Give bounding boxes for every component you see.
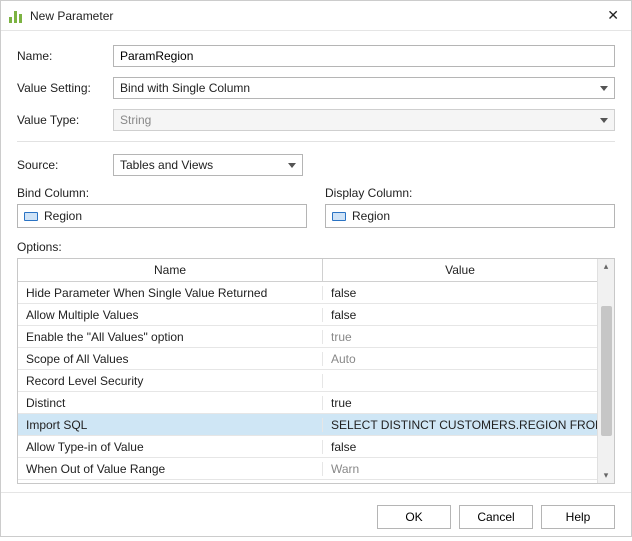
- table-row[interactable]: Enable the "All Values" optiontrue: [18, 326, 597, 348]
- value-setting-label: Value Setting:: [17, 81, 113, 95]
- th-value: Value: [323, 259, 597, 281]
- td-value[interactable]: Warn: [323, 462, 597, 476]
- td-name: Allow Multiple Values: [18, 308, 323, 322]
- td-value[interactable]: false: [323, 308, 597, 322]
- bind-column-label: Bind Column:: [17, 186, 307, 200]
- name-label: Name:: [17, 49, 113, 63]
- value-type-select: String: [113, 109, 615, 131]
- separator: [17, 141, 615, 142]
- table-row[interactable]: Get Value from API Onlyfalse: [18, 480, 597, 483]
- table-row[interactable]: Record Level Security: [18, 370, 597, 392]
- help-button[interactable]: Help: [541, 505, 615, 529]
- dialog-content: Name: Value Setting: Bind with Single Co…: [1, 31, 631, 492]
- display-column-select[interactable]: Region: [325, 204, 615, 228]
- td-name: Import SQL: [18, 418, 323, 432]
- td-name: When Out of Value Range: [18, 462, 323, 476]
- table-row[interactable]: When Out of Value RangeWarn: [18, 458, 597, 480]
- value-type-value: String: [120, 113, 151, 127]
- td-value[interactable]: false: [323, 440, 597, 454]
- cancel-button[interactable]: Cancel: [459, 505, 533, 529]
- table-header: Name Value: [18, 259, 597, 282]
- table-row[interactable]: Distincttrue: [18, 392, 597, 414]
- table-row[interactable]: Hide Parameter When Single Value Returne…: [18, 282, 597, 304]
- td-name: Allow Type-in of Value: [18, 440, 323, 454]
- display-column-label: Display Column:: [325, 186, 615, 200]
- th-name: Name: [18, 259, 323, 281]
- td-value[interactable]: true: [323, 330, 597, 344]
- table-rows: Hide Parameter When Single Value Returne…: [18, 282, 597, 483]
- value-setting-select[interactable]: Bind with Single Column: [113, 77, 615, 99]
- dialog-footer: OK Cancel Help: [1, 492, 631, 541]
- close-icon[interactable]: ✕: [603, 7, 623, 24]
- window-title: New Parameter: [30, 9, 603, 23]
- td-value[interactable]: true: [323, 396, 597, 410]
- display-column-value: Region: [352, 209, 608, 223]
- scrollbar[interactable]: ▴ ▾: [597, 259, 614, 483]
- td-name: Distinct: [18, 396, 323, 410]
- td-name: Scope of All Values: [18, 352, 323, 366]
- td-value[interactable]: SELECT DISTINCT CUSTOMERS.REGION FROM CU…: [323, 418, 597, 432]
- name-input[interactable]: [113, 45, 615, 67]
- scroll-thumb[interactable]: [601, 306, 612, 436]
- titlebar: New Parameter ✕: [1, 1, 631, 31]
- td-value[interactable]: false: [323, 286, 597, 300]
- bind-column-select[interactable]: Region: [17, 204, 307, 228]
- td-name: Hide Parameter When Single Value Returne…: [18, 286, 323, 300]
- value-setting-value: Bind with Single Column: [120, 81, 250, 95]
- table-row[interactable]: Import SQLSELECT DISTINCT CUSTOMERS.REGI…: [18, 414, 597, 436]
- td-name: Enable the "All Values" option: [18, 330, 323, 344]
- table-row[interactable]: Allow Multiple Valuesfalse: [18, 304, 597, 326]
- source-label: Source:: [17, 158, 113, 172]
- source-select[interactable]: Tables and Views: [113, 154, 303, 176]
- td-value[interactable]: Auto: [323, 352, 597, 366]
- scroll-down-icon[interactable]: ▾: [604, 471, 609, 480]
- chevron-down-icon: [288, 163, 296, 168]
- ok-button[interactable]: OK: [377, 505, 451, 529]
- chevron-down-icon: [600, 86, 608, 91]
- bind-column-value: Region: [44, 209, 300, 223]
- scroll-up-icon[interactable]: ▴: [604, 262, 609, 271]
- options-label: Options:: [17, 240, 615, 254]
- value-type-label: Value Type:: [17, 113, 113, 127]
- chevron-down-icon: [600, 118, 608, 123]
- table-row[interactable]: Allow Type-in of Valuefalse: [18, 436, 597, 458]
- td-name: Record Level Security: [18, 374, 323, 388]
- source-value: Tables and Views: [120, 158, 213, 172]
- column-icon: [332, 212, 346, 221]
- app-icon: [9, 9, 22, 23]
- table-row[interactable]: Scope of All ValuesAuto: [18, 348, 597, 370]
- options-table: Name Value Hide Parameter When Single Va…: [17, 258, 615, 484]
- column-icon: [24, 212, 38, 221]
